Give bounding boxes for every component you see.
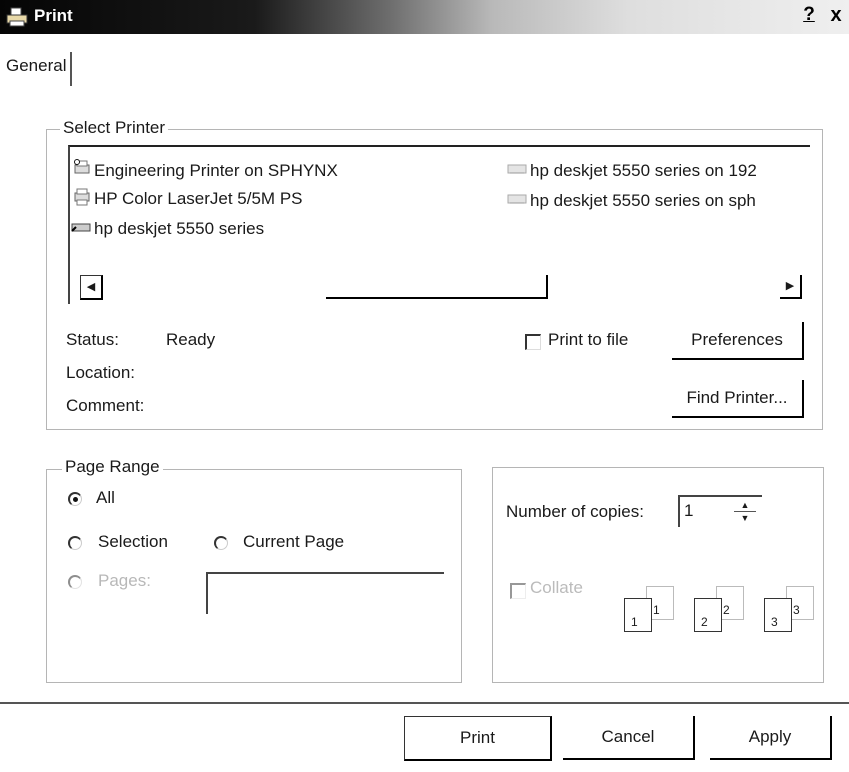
- collate-checkbox: [510, 583, 526, 599]
- select-printer-legend: Select Printer: [60, 118, 169, 138]
- location-label: Location:: [66, 363, 135, 382]
- copies-stepper[interactable]: 1 ▲ ▼: [678, 495, 762, 527]
- preferences-button[interactable]: Preferences: [672, 322, 804, 360]
- printer-name: HP Color LaserJet 5/5M PS: [94, 188, 303, 208]
- printer-icon: [72, 187, 92, 212]
- printer-name: hp deskjet 5550 series on 192: [530, 161, 757, 180]
- default-printer-icon: [70, 219, 92, 240]
- divider: [0, 702, 849, 704]
- list-item[interactable]: hp deskjet 5550 series on 192: [506, 161, 757, 182]
- spin-up-icon[interactable]: ▲: [734, 499, 756, 512]
- print-to-file-checkbox[interactable]: [525, 334, 541, 350]
- spin-down-icon[interactable]: ▼: [734, 512, 756, 524]
- all-label[interactable]: All: [96, 488, 115, 508]
- collate-page-front: 1: [624, 598, 652, 632]
- scrollbar-thumb[interactable]: [326, 275, 548, 299]
- selection-label[interactable]: Selection: [98, 532, 168, 552]
- pages-label: Pages:: [98, 571, 151, 590]
- network-printer-icon: [506, 191, 528, 212]
- page-range-legend: Page Range: [62, 457, 163, 477]
- list-item[interactable]: hp deskjet 5550 series on sph: [506, 191, 756, 212]
- number-of-copies-label: Number of copies:: [506, 502, 644, 521]
- status-label: Status:: [66, 330, 119, 349]
- collate-page-front: 2: [694, 598, 722, 632]
- apply-button[interactable]: Apply: [710, 716, 832, 760]
- copies-value[interactable]: 1: [684, 501, 693, 521]
- all-radio[interactable]: [68, 492, 82, 506]
- title-bar[interactable]: [0, 0, 849, 34]
- tab-general[interactable]: General: [4, 52, 73, 86]
- copies-group: [492, 467, 824, 683]
- print-button[interactable]: Print: [404, 716, 552, 761]
- print-to-file-label[interactable]: Print to file: [548, 330, 628, 350]
- list-item[interactable]: Engineering Printer on SPHYNX: [72, 159, 338, 184]
- network-printer-icon: [72, 159, 92, 184]
- printer-name: Engineering Printer on SPHYNX: [94, 160, 338, 180]
- list-item[interactable]: HP Color LaserJet 5/5M PS: [72, 187, 303, 212]
- pages-radio: [68, 575, 82, 589]
- scroll-left-arrow-icon[interactable]: ◀: [80, 275, 103, 300]
- printer-icon: [6, 7, 28, 27]
- horizontal-scrollbar[interactable]: ◀ ▶: [68, 275, 808, 302]
- list-item[interactable]: hp deskjet 5550 series: [70, 219, 264, 240]
- current-page-label[interactable]: Current Page: [243, 532, 344, 552]
- collate-label: Collate: [530, 578, 583, 597]
- collate-page-front: 3: [764, 598, 792, 632]
- printer-name: hp deskjet 5550 series: [94, 219, 265, 238]
- help-button[interactable]: ?: [796, 4, 822, 28]
- printer-name: hp deskjet 5550 series on sph: [530, 191, 756, 210]
- scroll-right-arrow-icon[interactable]: ▶: [780, 275, 802, 299]
- pages-input: [206, 572, 444, 614]
- selection-radio[interactable]: [68, 536, 82, 550]
- network-printer-icon: [506, 161, 528, 182]
- status-value: Ready: [166, 330, 216, 349]
- comment-label: Comment:: [66, 396, 145, 415]
- current-page-radio[interactable]: [214, 536, 228, 550]
- cancel-button[interactable]: Cancel: [563, 716, 695, 760]
- close-button[interactable]: x: [824, 4, 848, 28]
- window-title: Print: [34, 6, 73, 25]
- find-printer-button[interactable]: Find Printer...: [672, 380, 804, 418]
- radio-selected-dot: [73, 497, 78, 502]
